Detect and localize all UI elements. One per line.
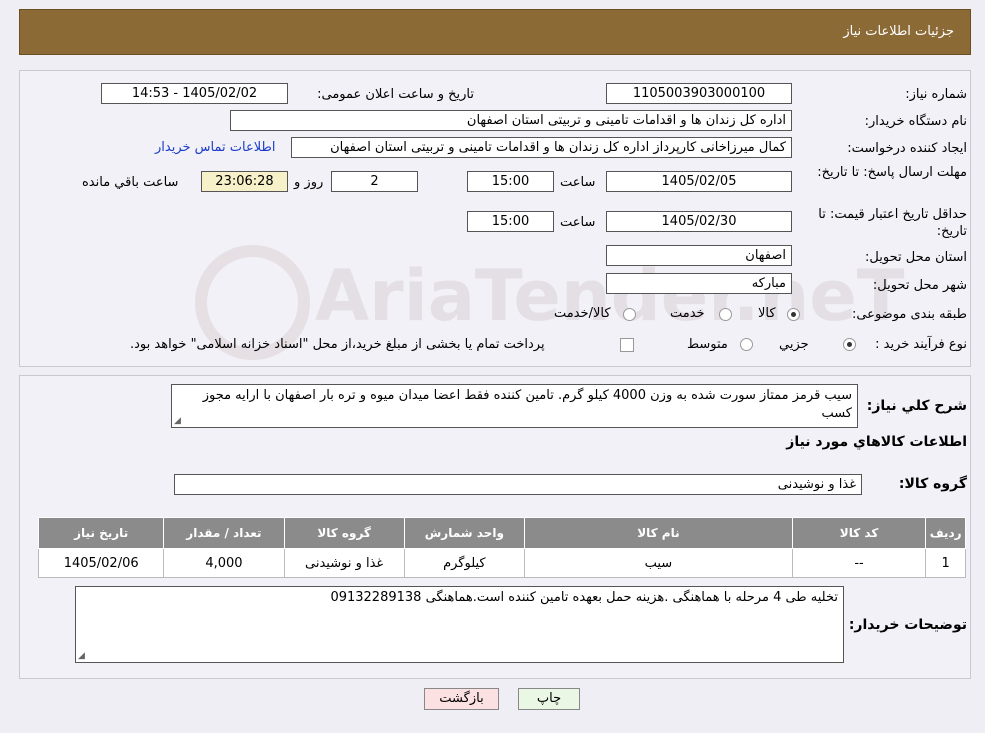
announce-label: تاریخ و ساعت اعلان عمومی:: [317, 87, 474, 102]
page-header: جزئیات اطلاعات نیاز: [19, 9, 971, 55]
table-header-row: رديف کد کالا نام کالا واحد شمارش گروه کا…: [37, 517, 966, 549]
deadline-label: مهلت ارسال پاسخ: تا تاریخ:: [817, 165, 967, 180]
cell-need-date: 1405/02/06: [37, 548, 165, 578]
validity-date-field: 1405/02/30: [606, 211, 792, 232]
creator-label: ایجاد کننده درخواست:: [847, 141, 967, 156]
province-label: استان محل تحویل:: [865, 250, 967, 265]
buyer-contact-link[interactable]: اطلاعات تماس خریدار: [155, 140, 275, 155]
category-goods-service-radio[interactable]: [623, 308, 636, 321]
validity-time-field: 15:00: [467, 211, 554, 232]
resize-handle-icon[interactable]: ◢: [78, 651, 85, 661]
province-field: اصفهان: [606, 245, 792, 266]
cell-goods-group: غذا و نوشیدنی: [283, 548, 405, 578]
cell-row-number: 1: [925, 548, 966, 578]
category-goods-service-label: کالا/خدمت: [554, 306, 611, 321]
cell-unit: کیلوگرم: [403, 548, 525, 578]
deadline-time-label: ساعت: [560, 175, 596, 190]
items-table-wrapper: رديف کد کالا نام کالا واحد شمارش گروه کا…: [37, 517, 966, 578]
process-minor-label: جزیي: [779, 337, 809, 352]
col-goods-group: گروه کالا: [283, 517, 405, 549]
process-medium-label: متوسط: [687, 337, 728, 352]
back-button[interactable]: بازگشت: [424, 688, 499, 710]
remaining-time-field: 23:06:28: [201, 171, 288, 192]
buyer-org-label: نام دستگاه خریدار:: [864, 114, 967, 129]
buyer-org-field: اداره کل زندان ها و اقدامات تامینی و ترب…: [230, 110, 792, 131]
table-row: 1 -- سیب کیلوگرم غذا و نوشیدنی 4,000 140…: [37, 548, 966, 578]
page-title: جزئیات اطلاعات نیاز: [843, 24, 954, 39]
process-note: پرداخت تمام یا بخشی از مبلغ خرید،از محل …: [130, 337, 545, 352]
announce-field: 1405/02/02 - 14:53: [101, 83, 288, 104]
category-service-label: خدمت: [670, 306, 705, 321]
col-row-number: رديف: [925, 517, 966, 549]
process-minor-radio[interactable]: [843, 338, 856, 351]
goods-group-label: گروه کالا:: [898, 476, 967, 492]
city-field: مبارکه: [606, 273, 792, 294]
cell-quantity: 4,000: [163, 548, 285, 578]
days-label: روز و: [294, 175, 324, 190]
col-unit: واحد شمارش: [403, 517, 525, 549]
city-label: شهر محل تحویل:: [872, 278, 967, 293]
col-goods-name: نام کالا: [523, 517, 793, 549]
cell-goods-name: سیب: [523, 548, 793, 578]
buyer-notes-text: تخلیه طی 4 مرحله با هماهنگی .هزینه حمل ب…: [330, 590, 838, 605]
category-label: طبقه بندی موضوعی:: [851, 307, 967, 322]
col-need-date: تاریخ نیاز: [37, 517, 165, 549]
goods-group-field: غذا و نوشیدنی: [174, 474, 862, 495]
need-number-label: شماره نیاز:: [905, 87, 967, 102]
goods-info-title: اطلاعات کالاهاي مورد نياز: [786, 434, 967, 450]
deadline-time-field: 15:00: [467, 171, 554, 192]
print-button[interactable]: چاپ: [518, 688, 580, 710]
description-text: سیب قرمز ممتاز سورت شده به وزن 4000 کیلو…: [202, 388, 852, 421]
watermark-text: AriaTender.neT: [315, 255, 905, 337]
buyer-notes-textarea[interactable]: تخلیه طی 4 مرحله با هماهنگی .هزینه حمل ب…: [75, 586, 844, 663]
description-textarea[interactable]: سیب قرمز ممتاز سورت شده به وزن 4000 کیلو…: [171, 384, 858, 428]
process-label: نوع فرآیند خرید :: [875, 337, 967, 352]
category-goods-label: کالا: [758, 306, 776, 321]
need-number-field: 1105003903000100: [606, 83, 792, 104]
deadline-date-field: 1405/02/05: [606, 171, 792, 192]
resize-handle-icon[interactable]: ◢: [174, 416, 181, 426]
items-table: رديف کد کالا نام کالا واحد شمارش گروه کا…: [37, 517, 966, 578]
validity-time-label: ساعت: [560, 215, 596, 230]
cell-goods-code: --: [791, 548, 927, 578]
description-label: شرح کلي نياز:: [866, 398, 967, 414]
days-field: 2: [331, 171, 418, 192]
col-quantity: تعداد / مقدار: [163, 517, 285, 549]
validity-label: حداقل تاریخ اعتبار قیمت: تا تاریخ:: [818, 207, 967, 239]
treasury-checkbox[interactable]: [620, 338, 634, 352]
buyer-notes-label: توضیحات خریدار:: [848, 617, 967, 633]
category-goods-radio[interactable]: [787, 308, 800, 321]
remaining-label: ساعت باقي مانده: [82, 175, 179, 190]
process-medium-radio[interactable]: [740, 338, 753, 351]
creator-field: کمال میرزاخانی کارپرداز اداره کل زندان ه…: [291, 137, 792, 158]
category-service-radio[interactable]: [719, 308, 732, 321]
col-goods-code: کد کالا: [791, 517, 927, 549]
